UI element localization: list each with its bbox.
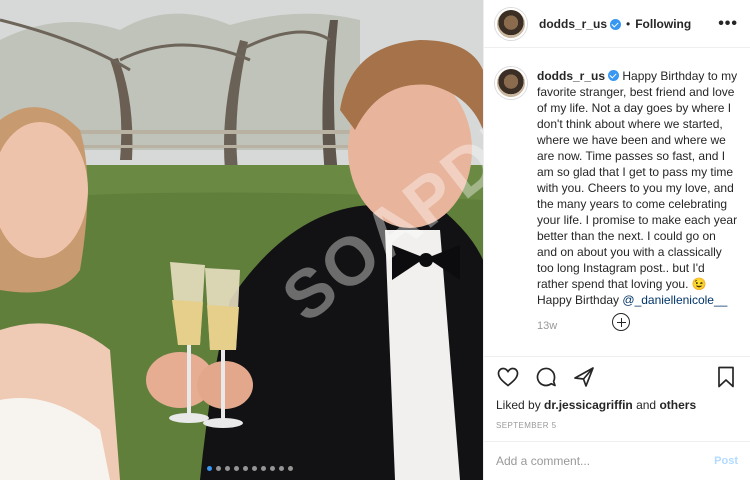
likes-prefix: Liked by [496,398,545,412]
carousel-dot [216,466,221,471]
avatar[interactable] [495,7,527,40]
more-options-icon[interactable]: ••• [718,15,738,33]
caption-avatar[interactable] [495,67,527,99]
post-comment-button[interactable]: Post [714,455,738,467]
comment-icon[interactable] [534,365,558,389]
likes-others-link[interactable]: others [659,398,696,412]
action-bar [484,356,750,396]
likes-and: and [632,398,660,412]
load-more-comments-icon[interactable] [612,313,630,331]
header-username[interactable]: dodds_r_us [539,17,607,31]
post-header: dodds_r_us • Following ••• [484,0,750,48]
post-date[interactable]: SEPTEMBER 5 [496,421,556,430]
header-separator: • [626,16,631,31]
carousel-dot [261,466,266,471]
caption-timestamp[interactable]: 13w [537,318,738,334]
caption-text: Happy Birthday to my favorite stranger, … [537,69,738,307]
caption-username[interactable]: dodds_r_us [537,69,605,83]
post-side-panel: dodds_r_us • Following ••• dodds_r_us Ha… [483,0,750,480]
verified-badge-icon [610,19,622,30]
comment-input[interactable] [496,454,696,468]
caption-mention-link[interactable]: @_daniellenicole__ [622,293,727,307]
caption-block: dodds_r_us Happy Birthday to my favorite… [484,48,750,348]
carousel-dot [225,466,230,471]
caption-verified-badge-icon [608,70,620,81]
carousel-dot [288,466,293,471]
likes-summary: Liked by dr.jessicagriffin and others [496,398,696,412]
post-image[interactable]: SOAPDIRT [0,0,483,480]
carousel-dot [270,466,275,471]
carousel-dot [252,466,257,471]
carousel-indicator [207,466,293,471]
following-button[interactable]: Following [635,17,691,31]
caption-body: dodds_r_us Happy Birthday to my favorite… [537,68,738,348]
bookmark-icon[interactable] [714,365,738,389]
comment-bar: Post [484,441,750,480]
likes-user-link[interactable]: dr.jessicagriffin [544,398,633,412]
carousel-dot [234,466,239,471]
carousel-dot [243,466,248,471]
carousel-dot [207,466,212,471]
share-icon[interactable] [572,365,596,389]
carousel-dot [279,466,284,471]
heart-icon[interactable] [496,365,520,389]
